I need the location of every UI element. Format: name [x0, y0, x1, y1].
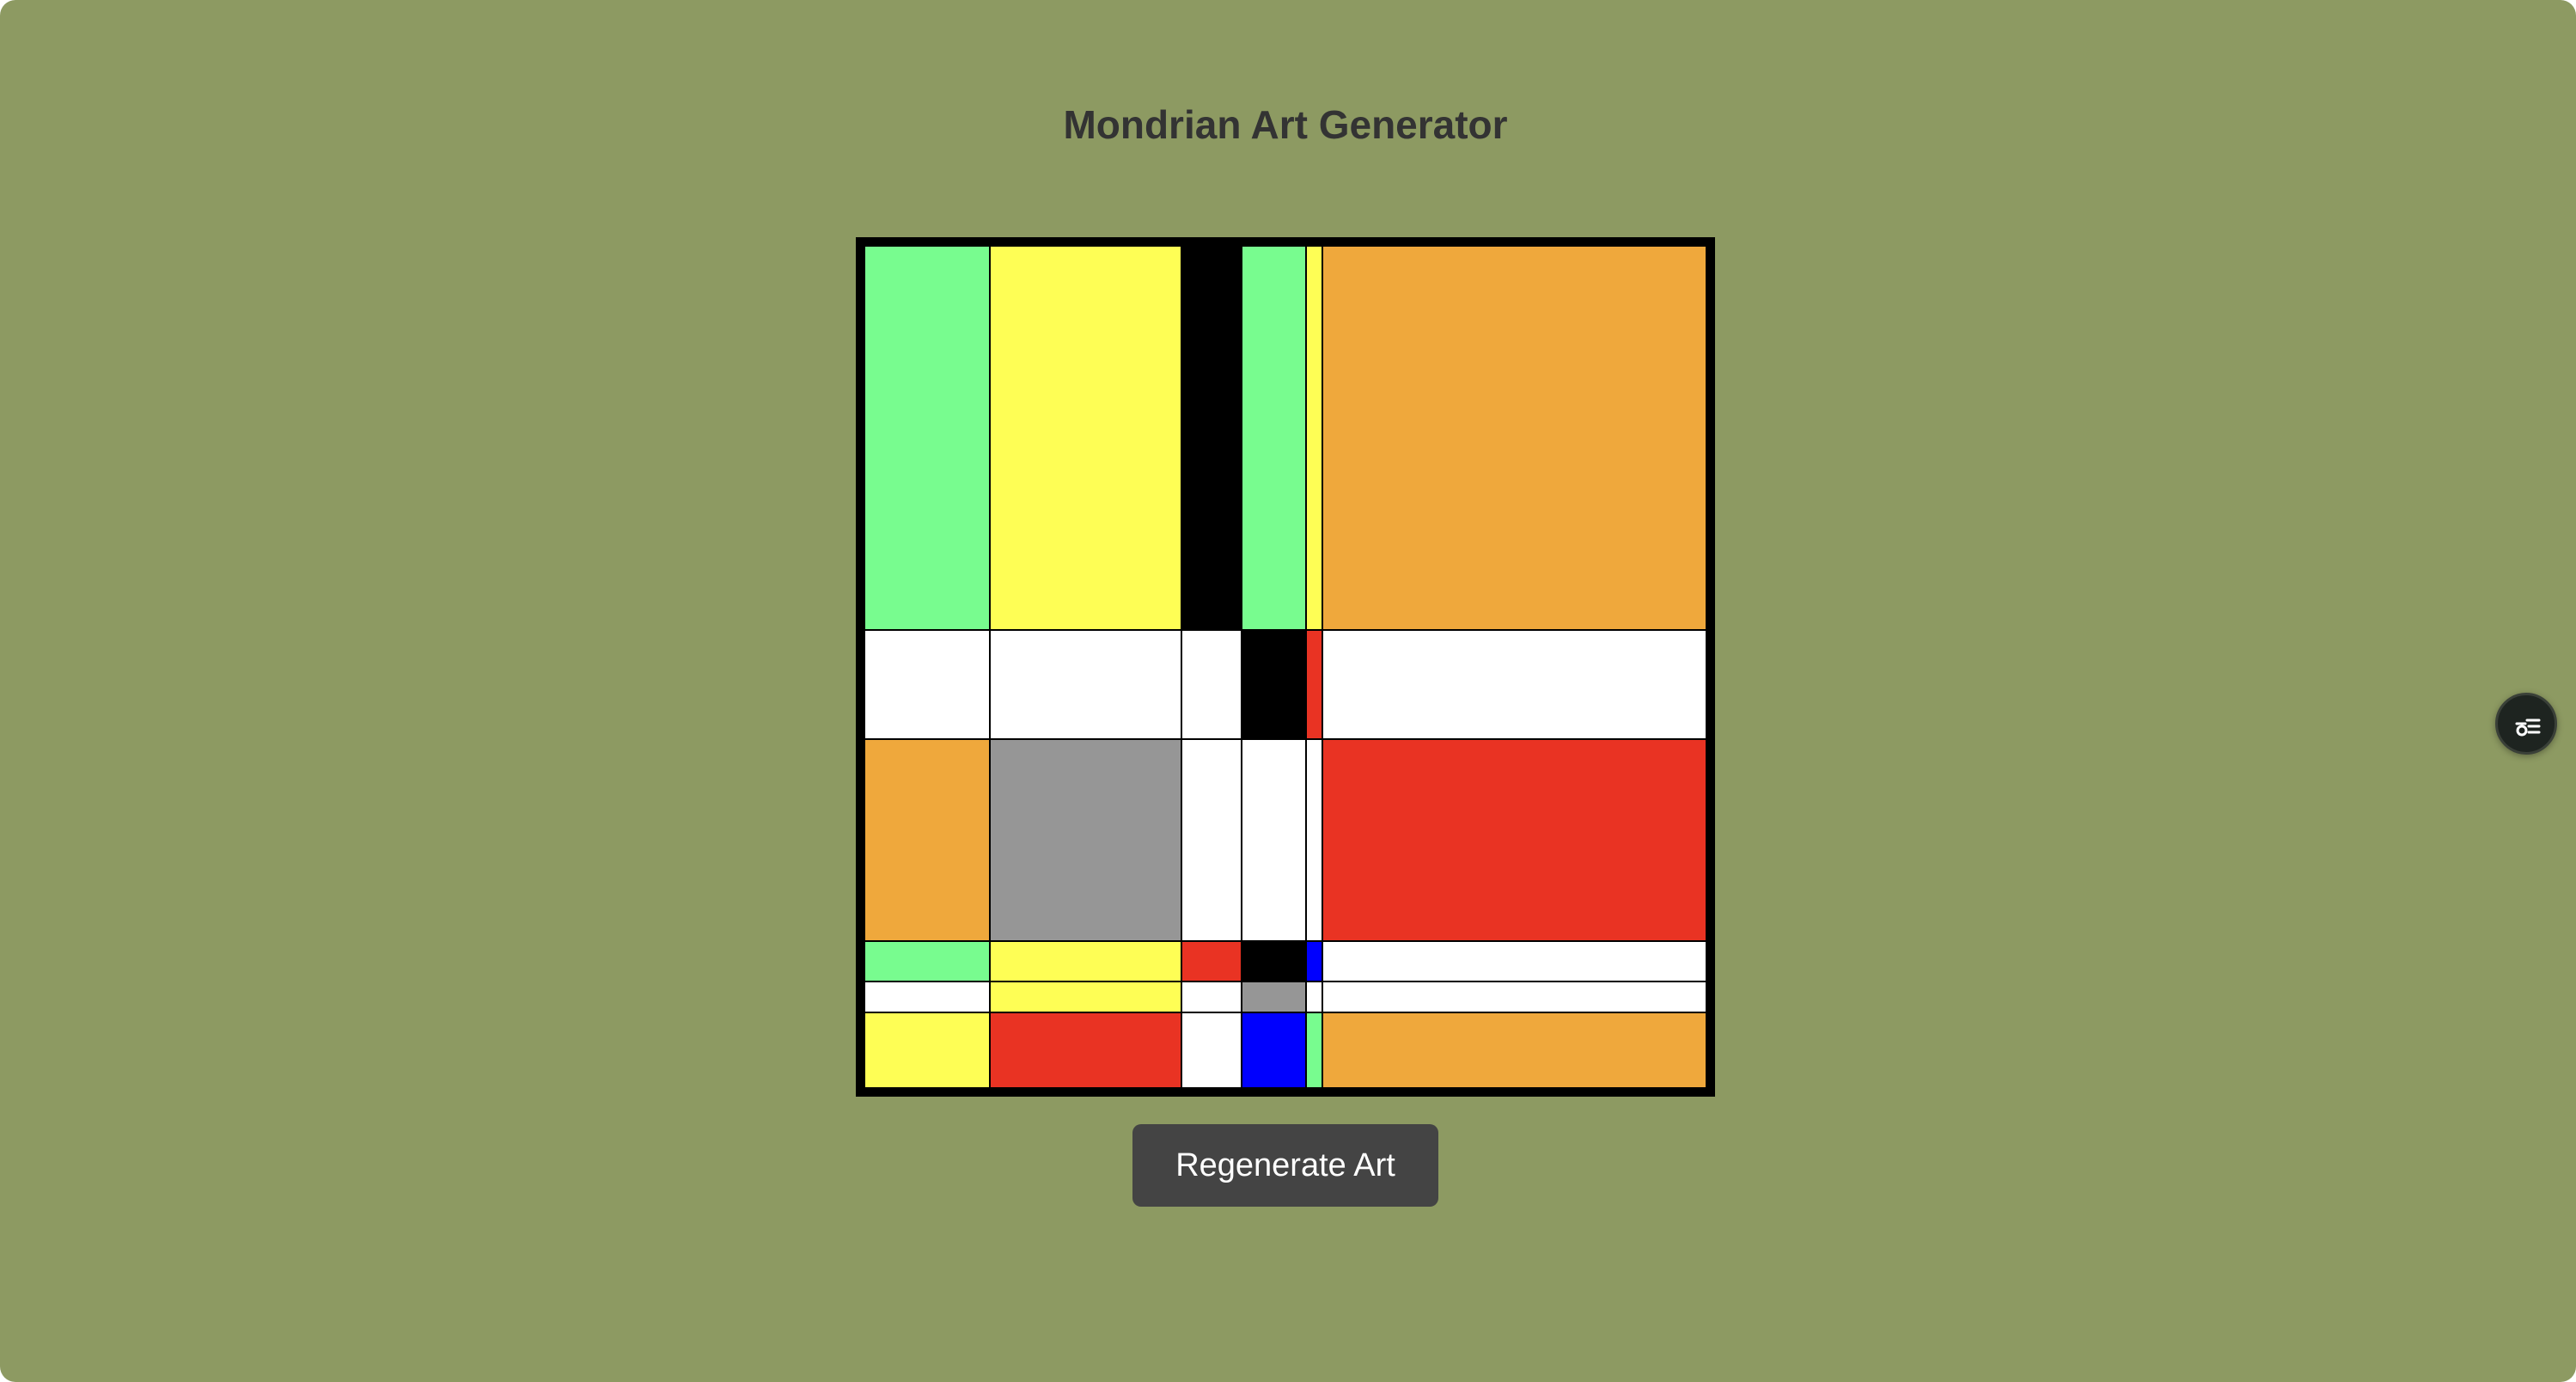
art-cell-red [1305, 629, 1323, 740]
art-cell-white [1305, 981, 1323, 1013]
art-cell-red [989, 1012, 1182, 1089]
regenerate-art-button[interactable]: Regenerate Art [1132, 1124, 1438, 1207]
settings-list-icon [2515, 719, 2541, 737]
art-cell-white [1241, 738, 1307, 942]
art-cell-orange [864, 738, 991, 942]
art-cell-white [1181, 1012, 1242, 1089]
art-cell-black [1241, 940, 1307, 982]
art-cell-white [1322, 940, 1707, 982]
art-cell-white [1181, 629, 1242, 740]
art-cell-green [1241, 245, 1307, 631]
art-cell-green [1305, 1012, 1323, 1089]
art-cell-blue [1305, 940, 1323, 982]
art-cell-orange [1322, 245, 1707, 631]
art-cell-blue [1241, 1012, 1307, 1089]
art-cell-white [864, 981, 991, 1013]
art-cell-white [1322, 981, 1707, 1013]
art-cell-red [1181, 940, 1242, 982]
page-title: Mondrian Art Generator [1063, 102, 1508, 147]
art-cell-white [1181, 981, 1242, 1013]
art-cell-black [1181, 245, 1242, 631]
art-grid [864, 245, 1707, 1089]
mondrian-canvas [856, 237, 1715, 1097]
art-cell-white [1181, 738, 1242, 942]
art-cell-yellow [989, 940, 1182, 982]
art-cell-yellow [864, 1012, 991, 1089]
page-background: Mondrian Art Generator Regenerate Art [0, 0, 2576, 1382]
art-cell-green [864, 245, 991, 631]
art-cell-gray [1241, 981, 1307, 1013]
art-cell-white [989, 629, 1182, 740]
art-cell-white [1322, 629, 1707, 740]
art-cell-yellow [989, 981, 1182, 1013]
art-cell-yellow [1305, 245, 1323, 631]
art-cell-white [1305, 738, 1323, 942]
art-cell-orange [1322, 1012, 1707, 1089]
art-cell-white [864, 629, 991, 740]
art-cell-red [1322, 738, 1707, 942]
art-cell-black [1241, 629, 1307, 740]
floating-settings-button[interactable] [2495, 693, 2557, 755]
art-cell-green [864, 940, 991, 982]
art-cell-gray [989, 738, 1182, 942]
art-cell-yellow [989, 245, 1182, 631]
